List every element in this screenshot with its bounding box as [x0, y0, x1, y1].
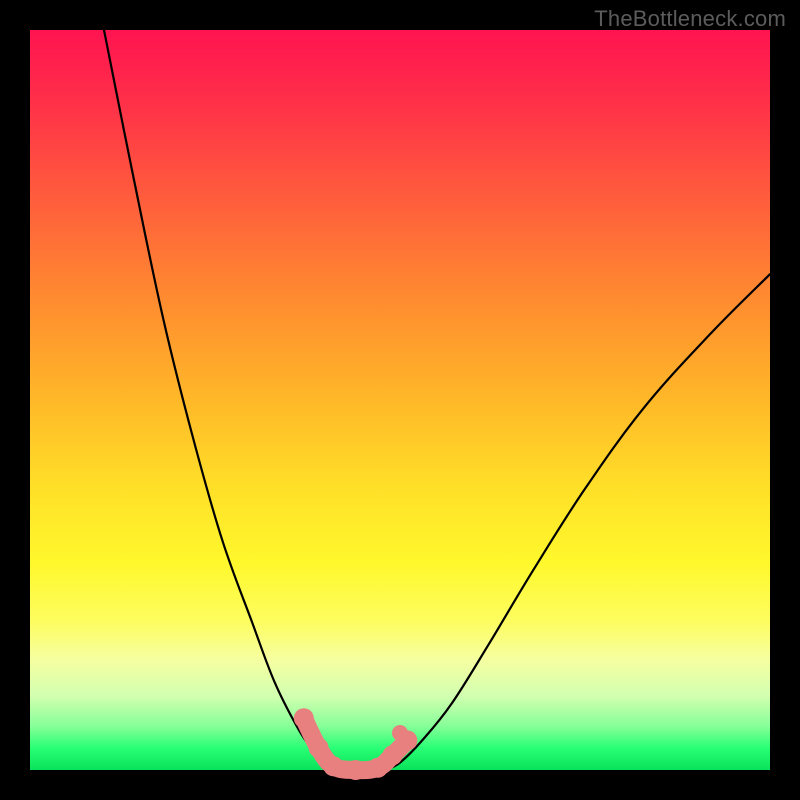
optimal-range-bead — [346, 760, 366, 780]
optimal-range-marker — [294, 708, 418, 780]
watermark-text: TheBottleneck.com — [594, 6, 786, 32]
optimal-range-bead — [323, 756, 343, 776]
left-bottleneck-curve — [104, 30, 333, 770]
optimal-range-bead — [383, 745, 403, 765]
optimal-range-bead — [309, 738, 329, 758]
chart-svg — [30, 30, 770, 770]
optimal-range-bead — [294, 708, 314, 728]
right-bottleneck-curve — [385, 274, 770, 770]
chart-plot-area — [30, 30, 770, 770]
optimal-range-bead-isolated — [392, 725, 408, 741]
